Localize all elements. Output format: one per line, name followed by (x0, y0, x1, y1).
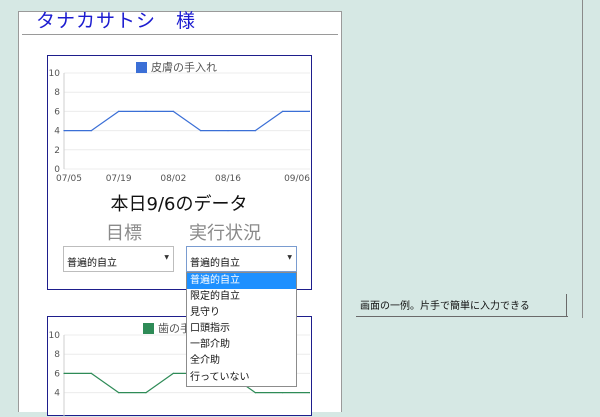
x-tick-label: 07/19 (106, 174, 132, 184)
data-point (282, 110, 284, 112)
data-point (282, 392, 284, 394)
chart-legend: 皮膚の手入れ (136, 59, 217, 75)
y-tick-label: 10 (49, 69, 61, 79)
user-name: タナカサトシ 様 (36, 10, 197, 32)
status-dropdown-list[interactable]: 普遍的自立 限定的自立 見守り 口頭指示 一部介助 全介助 行っていない (186, 272, 297, 387)
dropdown-option[interactable]: 全介助 (187, 353, 296, 369)
caption-border (566, 294, 567, 316)
x-tick-label: 08/16 (215, 174, 241, 184)
data-point (227, 130, 229, 132)
series-line (64, 110, 310, 132)
y-tick-label: 6 (54, 107, 60, 117)
data-point (90, 130, 92, 132)
data-point (254, 130, 256, 132)
dropdown-option[interactable]: 限定的自立 (187, 289, 296, 305)
x-tick-label: 09/06 (284, 174, 310, 184)
dropdown-option[interactable]: 行っていない (187, 370, 296, 386)
dropdown-option[interactable]: 一部介助 (187, 337, 296, 353)
x-tick-label: 07/05 (56, 174, 82, 184)
goal-select-value: 普遍的自立 (67, 258, 117, 269)
dropdown-option[interactable]: 普遍的自立 (187, 273, 296, 290)
dropdown-option[interactable]: 見守り (187, 305, 296, 321)
data-point (63, 372, 65, 374)
dropdown-option[interactable]: 口頭指示 (187, 321, 296, 337)
y-tick-label: 10 (49, 331, 61, 341)
data-point (118, 110, 120, 112)
y-tick-label: 4 (54, 127, 60, 137)
chevron-down-icon: ▼ (287, 254, 292, 261)
data-point (118, 392, 120, 394)
data-point (90, 372, 92, 374)
header-divider (22, 34, 338, 35)
data-point (254, 392, 256, 394)
y-tick-label: 8 (54, 350, 60, 360)
today-data-label: 本日9/6のデータ (110, 194, 248, 215)
status-heading: 実行状況 (189, 223, 261, 244)
panel-divider (582, 0, 583, 318)
legend-label: 皮膚の手入れ (151, 61, 217, 74)
data-point (145, 110, 147, 112)
data-point (172, 372, 174, 374)
data-point (172, 110, 174, 112)
screen-caption: 画面の一例。片手で簡単に入力できる (356, 298, 568, 317)
x-tick-label: 08/02 (160, 174, 186, 184)
y-tick-label: 2 (54, 146, 60, 156)
goal-select[interactable]: 普遍的自立 ▼ (63, 246, 174, 272)
data-point (63, 130, 65, 132)
legend-swatch (136, 61, 147, 73)
y-tick-label: 6 (54, 369, 60, 379)
y-tick-label: 8 (54, 88, 60, 98)
chart-legend: 歯の手 (143, 320, 191, 336)
status-select-value: 普遍的自立 (190, 258, 240, 269)
goal-heading: 目標 (106, 223, 142, 244)
data-point (145, 392, 147, 394)
chevron-down-icon: ▼ (164, 254, 169, 261)
data-point (200, 130, 202, 132)
status-select[interactable]: 普遍的自立 ▼ (186, 246, 297, 272)
skin-care-card: 0 2 4 6 8 10 07/05 07/19 08/02 08/16 09/06 本日9/6のデ… (47, 55, 312, 290)
legend-swatch (143, 322, 154, 334)
skin-care-chart: 024681007/05 07/19 08/02 08/16 09/06 (49, 69, 310, 184)
y-tick-label: 4 (54, 389, 60, 399)
